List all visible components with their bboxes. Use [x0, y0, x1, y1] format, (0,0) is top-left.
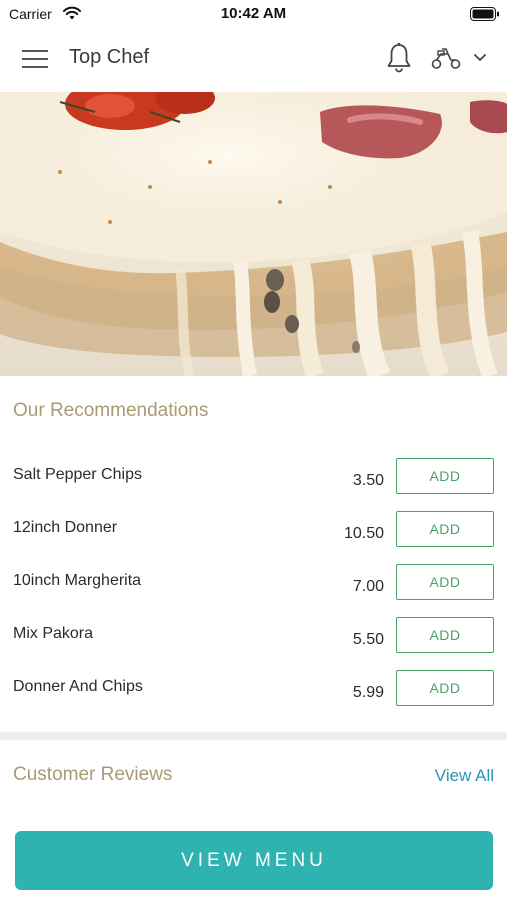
battery-icon: [470, 7, 499, 21]
item-price: 5.50: [352, 631, 384, 648]
bell-icon[interactable]: [385, 42, 413, 74]
item-name: Donner And Chips: [13, 678, 143, 695]
add-button[interactable]: ADD: [396, 458, 494, 494]
view-all-link[interactable]: View All: [435, 766, 494, 786]
reviews-title: Customer Reviews: [13, 764, 173, 785]
menu-icon[interactable]: [22, 48, 48, 70]
item-price: 7.00: [352, 578, 384, 595]
list-item: Donner And Chips 5.99 ADD: [0, 670, 507, 731]
item-price: 5.99: [352, 684, 384, 701]
add-button[interactable]: ADD: [396, 617, 494, 653]
recommendations-title: Our Recommendations: [13, 400, 209, 421]
item-name: 12inch Donner: [13, 519, 118, 536]
view-menu-button[interactable]: VIEW MENU: [15, 831, 493, 890]
add-button[interactable]: ADD: [396, 511, 494, 547]
recommendations-section: Our Recommendations Salt Pepper Chips 3.…: [0, 376, 507, 732]
item-name: Salt Pepper Chips: [13, 466, 142, 483]
chevron-down-icon[interactable]: [472, 52, 488, 64]
item-price: 3.50: [352, 472, 384, 489]
add-button[interactable]: ADD: [396, 670, 494, 706]
item-price: 10.50: [343, 525, 384, 542]
status-time: 10:42 AM: [220, 5, 287, 22]
item-name: 10inch Margherita: [13, 572, 142, 589]
item-name: Mix Pakora: [13, 625, 94, 642]
page-title: Top Chef: [69, 46, 150, 68]
scooter-icon[interactable]: [430, 46, 462, 70]
add-button[interactable]: ADD: [396, 564, 494, 600]
hero-image: [0, 92, 507, 376]
app-header: Top Chef: [0, 28, 507, 92]
status-bar: Carrier 10:42 AM: [0, 0, 507, 28]
reviews-section: Customer Reviews View All: [0, 740, 507, 820]
pizza-photo: [0, 92, 507, 376]
section-divider: [0, 732, 507, 740]
